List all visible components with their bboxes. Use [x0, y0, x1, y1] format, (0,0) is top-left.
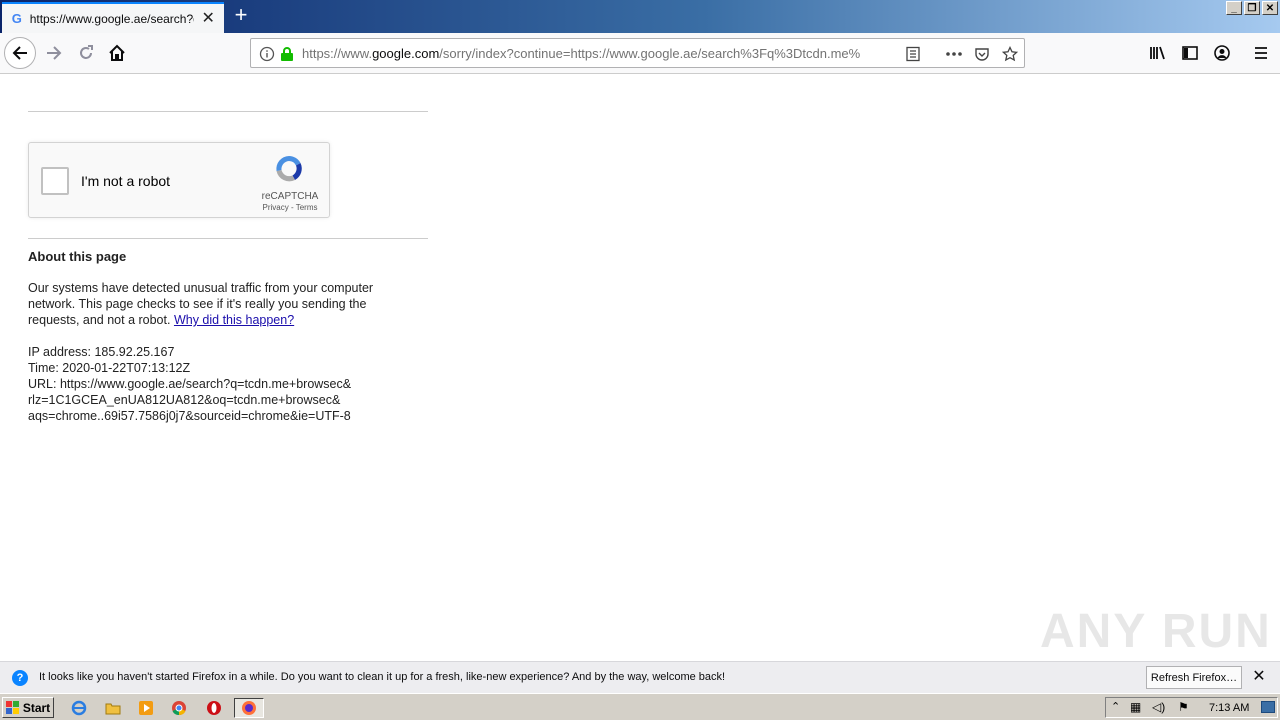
media-player-icon[interactable]	[136, 698, 156, 718]
start-button[interactable]: Start	[2, 697, 54, 718]
url-line: URL: https://www.google.ae/search?q=tcdn…	[28, 377, 352, 391]
restore-button[interactable]: ❐	[1244, 1, 1260, 15]
about-paragraph: Our systems have detected unusual traffi…	[28, 281, 374, 327]
tab-strip: G https://www.google.ae/search?q=tcdn.me…	[0, 0, 1280, 33]
tab-title: https://www.google.ae/search?q=tcdn.me	[29, 11, 195, 26]
file-explorer-icon[interactable]	[103, 698, 123, 718]
url-line: aqs=chrome..69i57.7586j0j7&sourceid=chro…	[28, 409, 351, 423]
recaptcha-logo-icon	[276, 156, 302, 182]
hamburger-menu-icon	[1255, 47, 1267, 59]
arrow-left-icon	[12, 46, 27, 60]
pocket-icon[interactable]	[973, 45, 991, 63]
recaptcha-widget: I'm not a robot reCAPTCHA Privacy - Term…	[28, 142, 330, 218]
page-actions-menu-icon[interactable]	[945, 45, 963, 63]
about-heading: About this page	[28, 249, 127, 264]
divider-top	[28, 111, 428, 112]
window-controls: _ ❐ ✕	[1226, 1, 1278, 17]
ip-address: IP address: 185.92.25.167	[28, 345, 175, 359]
url-line: rlz=1C1GCEA_enUA812UA812&oq=tcdn.me+brow…	[28, 393, 341, 407]
new-tab-button[interactable]: +	[230, 4, 252, 28]
anyrun-watermark: ANY RUN	[1040, 605, 1272, 658]
account-button[interactable]	[1206, 37, 1238, 69]
recaptcha-privacy-terms[interactable]: Privacy - Terms	[255, 203, 325, 212]
account-icon	[1214, 45, 1230, 61]
screen: G https://www.google.ae/search?q=tcdn.me…	[0, 0, 1280, 720]
tab-google-search[interactable]: G https://www.google.ae/search?q=tcdn.me…	[2, 2, 224, 33]
library-icon	[1150, 46, 1165, 60]
question-icon: ?	[12, 670, 28, 686]
arrow-right-icon	[47, 46, 62, 60]
close-tab-icon[interactable]: ✕	[200, 10, 216, 27]
navigation-bar: https://www.google.com/sorry/index?conti…	[0, 33, 1280, 74]
notification-bar: ? It looks like you haven't started Fire…	[0, 661, 1280, 693]
secure-lock-icon[interactable]	[278, 45, 296, 63]
taskbar: Start ⌃ ▦ ◁) ⚑ 7:13 AM	[0, 693, 1280, 720]
url-bar[interactable]: https://www.google.com/sorry/index?conti…	[250, 38, 1025, 68]
minimize-button[interactable]: _	[1226, 1, 1242, 15]
refresh-firefox-button[interactable]: Refresh Firefox…	[1146, 666, 1242, 689]
info-icon[interactable]	[258, 45, 276, 63]
volume-icon[interactable]: ◁)	[1152, 700, 1165, 714]
bookmark-star-icon[interactable]	[1001, 45, 1019, 63]
windows-logo-icon	[5, 700, 19, 714]
start-label: Start	[22, 700, 51, 715]
home-button[interactable]	[101, 37, 133, 69]
firefox-taskbar-icon[interactable]	[234, 698, 264, 718]
divider-middle	[28, 238, 428, 239]
recaptcha-brand: reCAPTCHA	[261, 191, 319, 202]
why-did-this-happen-link[interactable]: Why did this happen?	[174, 313, 294, 327]
network-icon[interactable]: ▦	[1130, 700, 1141, 714]
back-button[interactable]	[4, 37, 36, 69]
notification-text: It looks like you haven't started Firefo…	[39, 671, 726, 683]
url-text[interactable]: https://www.google.com/sorry/index?conti…	[302, 46, 867, 61]
close-notification-icon[interactable]: ✕	[1250, 668, 1268, 686]
show-hidden-icons-icon[interactable]: ⌃	[1111, 700, 1120, 713]
library-button[interactable]	[1142, 37, 1174, 69]
reload-icon	[80, 45, 93, 59]
forward-button[interactable]	[38, 37, 70, 69]
chrome-icon[interactable]	[169, 698, 189, 718]
menu-button[interactable]	[1245, 37, 1277, 69]
clock[interactable]: 7:13 AM	[1209, 702, 1249, 714]
request-info: IP address: 185.92.25.167 Time: 2020-01-…	[28, 344, 428, 424]
google-favicon-icon: G	[11, 11, 22, 26]
timestamp: Time: 2020-01-22T07:13:12Z	[28, 361, 191, 375]
not-a-robot-checkbox[interactable]	[41, 167, 69, 195]
reader-view-icon[interactable]	[904, 45, 922, 63]
internet-explorer-icon[interactable]	[69, 698, 89, 718]
captcha-label: I'm not a robot	[81, 173, 171, 189]
sidebar-icon	[1182, 46, 1198, 60]
action-center-flag-icon[interactable]: ⚑	[1178, 700, 1189, 714]
show-desktop-icon[interactable]	[1261, 701, 1275, 713]
reload-button[interactable]	[70, 37, 102, 69]
page-content: I'm not a robot reCAPTCHA Privacy - Term…	[0, 74, 1280, 661]
close-window-button[interactable]: ✕	[1262, 1, 1278, 15]
opera-icon[interactable]	[204, 698, 224, 718]
home-icon	[109, 44, 125, 61]
system-tray: ⌃ ▦ ◁) ⚑ 7:13 AM	[1105, 697, 1278, 718]
sidebar-button[interactable]	[1174, 37, 1206, 69]
